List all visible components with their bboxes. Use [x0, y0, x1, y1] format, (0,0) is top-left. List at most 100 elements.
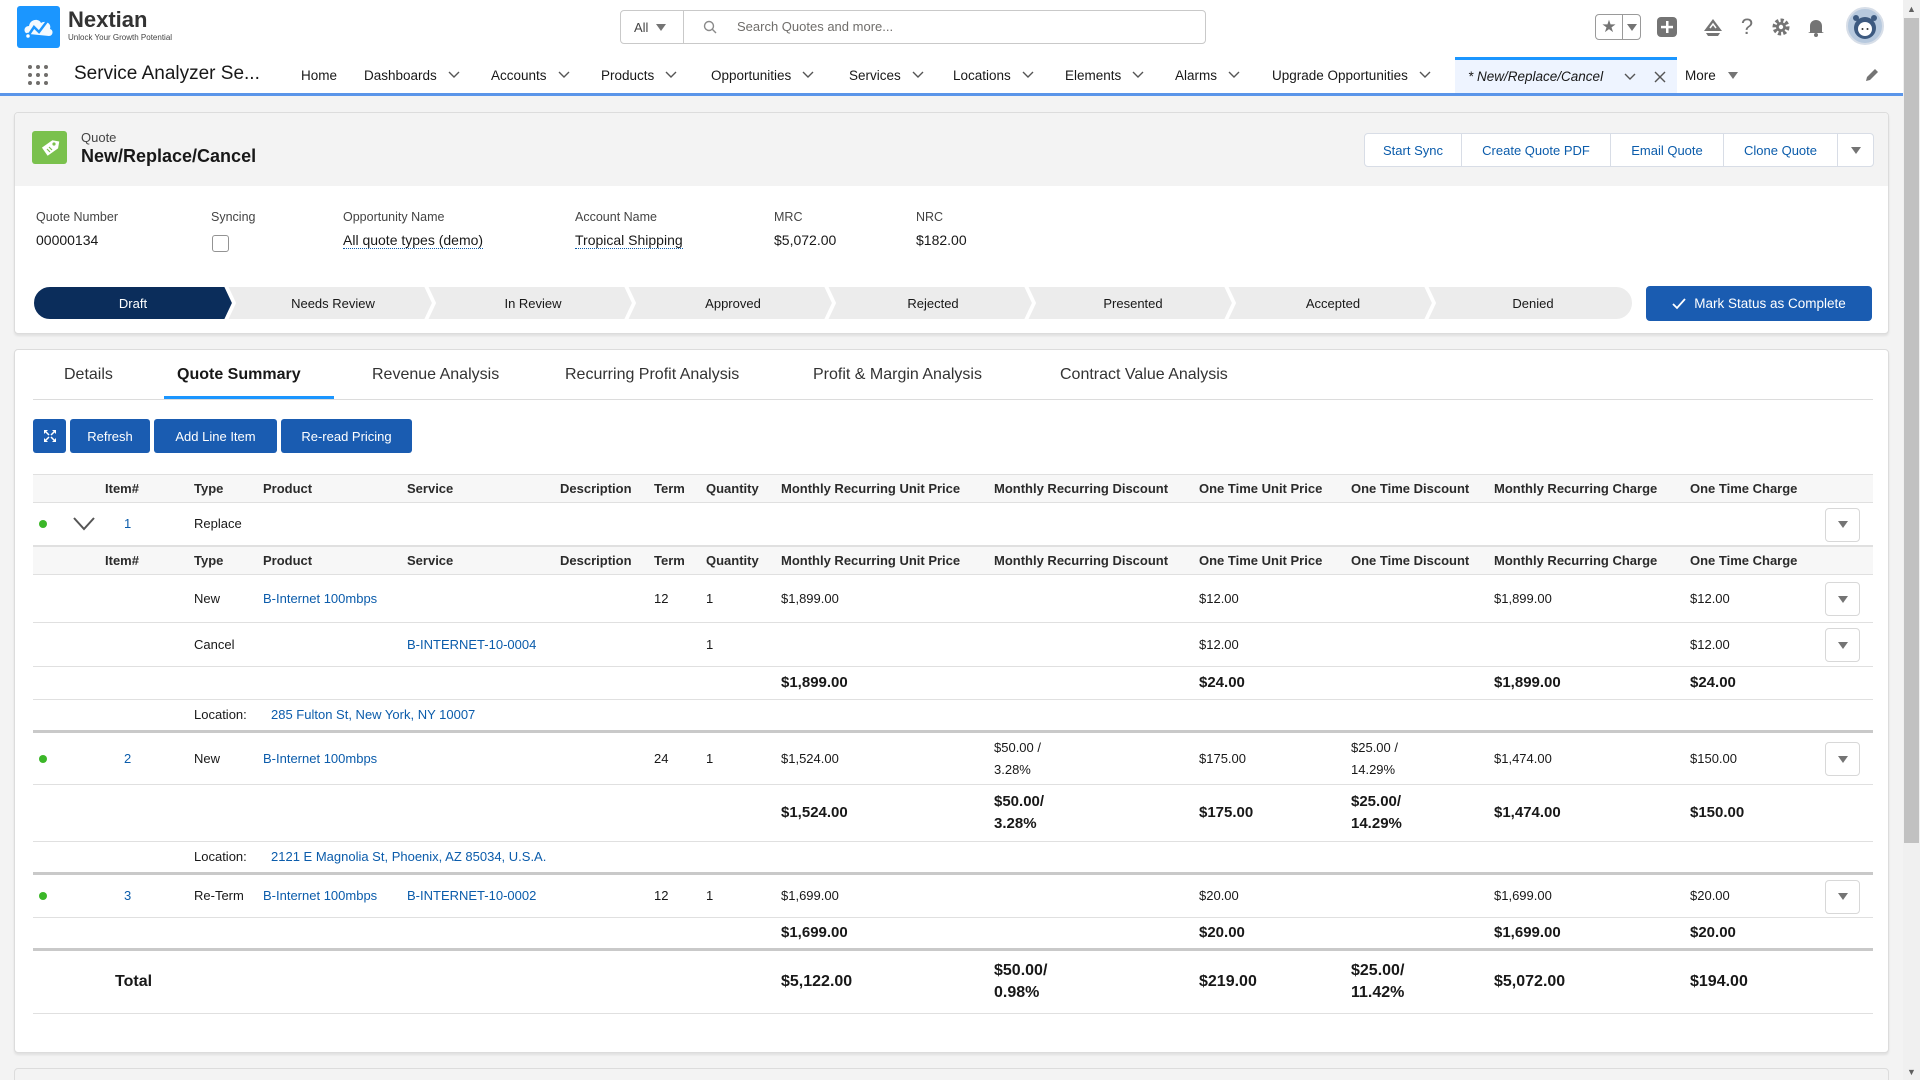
start-sync-button[interactable]: Start Sync [1365, 134, 1462, 166]
create-quote-pdf-button[interactable]: Create Quote PDF [1462, 134, 1611, 166]
account-name-link[interactable]: Tropical Shipping [575, 232, 683, 249]
field-label-opportunity-name: Opportunity Name [343, 210, 445, 224]
row-actions-dropdown[interactable] [1825, 628, 1860, 662]
user-avatar[interactable] [1846, 7, 1884, 45]
nav-more-button[interactable]: More [1685, 57, 1744, 93]
chevron-down-icon[interactable] [1017, 67, 1039, 83]
status-dot [39, 733, 47, 784]
notifications-bell-icon[interactable] [1804, 15, 1828, 39]
scroll-up-arrow-icon[interactable]: ▲ [1903, 0, 1920, 17]
service-link[interactable]: B-INTERNET-10-0002 [407, 875, 536, 917]
chevron-down-icon[interactable] [1619, 69, 1641, 85]
cell-term: 12 [654, 590, 669, 606]
reread-pricing-button[interactable]: Re-read Pricing [281, 419, 412, 453]
scroll-down-arrow-icon[interactable]: ▼ [1903, 1063, 1920, 1080]
clone-quote-button[interactable]: Clone Quote [1724, 134, 1838, 166]
nav-item-home[interactable]: Home [301, 57, 337, 93]
location-link[interactable]: 2121 E Magnolia St, Phoenix, AZ 85034, U… [271, 842, 546, 872]
app-launcher-icon[interactable] [28, 65, 48, 85]
add-line-item-button[interactable]: Add Line Item [154, 419, 277, 453]
chevron-down-icon[interactable] [907, 67, 929, 83]
setup-gear-icon[interactable] [1769, 15, 1793, 39]
nav-item-locations[interactable]: Locations [953, 57, 1039, 93]
cell-type: Re-Term [194, 888, 244, 903]
row-actions-dropdown[interactable] [1825, 879, 1860, 914]
cell-mrup: $5,122.00 [781, 973, 853, 990]
growth-cloud-icon [24, 19, 53, 40]
location-link[interactable]: 285 Fulton St, New York, NY 10007 [271, 700, 475, 730]
path-stage-label[interactable]: Needs Review [233, 286, 433, 320]
search-scope-select[interactable]: All [621, 11, 684, 43]
more-actions-dropdown[interactable] [1838, 134, 1873, 166]
row-actions-dropdown[interactable] [1825, 507, 1860, 542]
chevron-down-icon[interactable] [443, 67, 465, 83]
row-actions-dropdown[interactable] [1825, 742, 1860, 776]
nav-item-products[interactable]: Products [601, 57, 682, 93]
path-stage-label[interactable]: Accepted [1233, 286, 1433, 320]
cell-mrup: $1,524.00 [781, 804, 848, 821]
path-stage-label[interactable]: Draft [33, 286, 233, 320]
tab-profit-margin-analysis[interactable]: Profit & Margin Analysis [813, 366, 982, 384]
product-link[interactable]: B-Internet 100mbps [263, 875, 377, 917]
chevron-down-icon[interactable] [1127, 67, 1149, 83]
nextian-logo[interactable] [17, 6, 60, 48]
field-value-nrc: $182.00 [916, 232, 967, 248]
tab-details[interactable]: Details [64, 366, 113, 384]
caret-down-icon [1837, 521, 1848, 528]
item-number-link[interactable]: 3 [124, 875, 131, 917]
service-link[interactable]: B-INTERNET-10-0004 [407, 623, 536, 666]
nav-tab-active-record[interactable]: * New/Replace/Cancel [1455, 57, 1677, 93]
refresh-button[interactable]: Refresh [70, 419, 150, 453]
tab-contract-value-analysis[interactable]: Contract Value Analysis [1060, 366, 1228, 384]
cell-otc: $12.00 [1690, 590, 1730, 606]
search-input[interactable]: Search Quotes and more... [737, 19, 893, 34]
chevron-down-icon[interactable] [1223, 67, 1245, 83]
path-stage-label[interactable]: Rejected [833, 286, 1033, 320]
opportunity-name-link[interactable]: All quote types (demo) [343, 232, 484, 249]
chevron-down-icon[interactable] [797, 67, 819, 83]
cell-otd: $25.00/14.29% [1351, 793, 1402, 832]
path-stage-label[interactable]: In Review [433, 286, 633, 320]
collapse-chevron-icon[interactable] [73, 503, 95, 545]
nav-item-services[interactable]: Services [849, 57, 929, 93]
product-link[interactable]: B-Internet 100mbps [263, 733, 377, 784]
chevron-down-icon[interactable] [660, 67, 682, 83]
cell-mrc: $1,474.00 [1494, 804, 1561, 821]
favorites-star-icon[interactable]: ★ [1596, 15, 1623, 39]
chevron-down-icon[interactable] [553, 67, 575, 83]
record-header-card: Quote New/Replace/Cancel Start Sync Crea… [14, 112, 1889, 334]
cell-otup: $12.00 [1199, 590, 1239, 606]
tab-quote-summary[interactable]: Quote Summary [177, 366, 301, 384]
path-stage-label[interactable]: Denied [1433, 286, 1633, 320]
nav-item-dashboards[interactable]: Dashboards [364, 57, 465, 93]
expand-fullscreen-button[interactable] [33, 419, 66, 453]
favorites-dropdown-button[interactable] [1623, 15, 1640, 39]
nav-item-elements[interactable]: Elements [1065, 57, 1149, 93]
global-search[interactable]: All Search Quotes and more... [620, 10, 1206, 44]
email-quote-button[interactable]: Email Quote [1611, 134, 1724, 166]
chevron-down-icon[interactable] [1414, 67, 1436, 83]
nav-item-opportunities[interactable]: Opportunities [711, 57, 819, 93]
edit-nav-pencil-icon[interactable] [1864, 67, 1880, 86]
cell-mrup: $1,899.00 [781, 674, 848, 691]
close-tab-icon[interactable] [1649, 69, 1671, 85]
nav-item-upgrade-opportunities[interactable]: Upgrade Opportunities [1272, 57, 1436, 93]
product-link[interactable]: B-Internet 100mbps [263, 575, 377, 622]
scrollbar-thumb[interactable] [1904, 18, 1919, 843]
path-stage-label[interactable]: Presented [1033, 286, 1233, 320]
tab-recurring-profit-analysis[interactable]: Recurring Profit Analysis [565, 366, 739, 384]
syncing-checkbox[interactable] [212, 235, 229, 252]
mark-status-complete-button[interactable]: Mark Status as Complete [1646, 286, 1872, 321]
row-actions-dropdown[interactable] [1825, 582, 1860, 616]
add-icon[interactable] [1655, 15, 1679, 39]
trailhead-icon[interactable] [1701, 15, 1725, 39]
item-number-link[interactable]: 1 [124, 503, 131, 545]
column-header-description: Description [560, 552, 632, 568]
path-stage-label[interactable]: Approved [633, 286, 833, 320]
help-icon[interactable]: ? [1735, 14, 1759, 39]
total-label: Total [115, 973, 153, 990]
nav-item-alarms[interactable]: Alarms [1175, 57, 1245, 93]
item-number-link[interactable]: 2 [124, 733, 131, 784]
tab-revenue-analysis[interactable]: Revenue Analysis [372, 366, 499, 384]
nav-item-accounts[interactable]: Accounts [491, 57, 575, 93]
